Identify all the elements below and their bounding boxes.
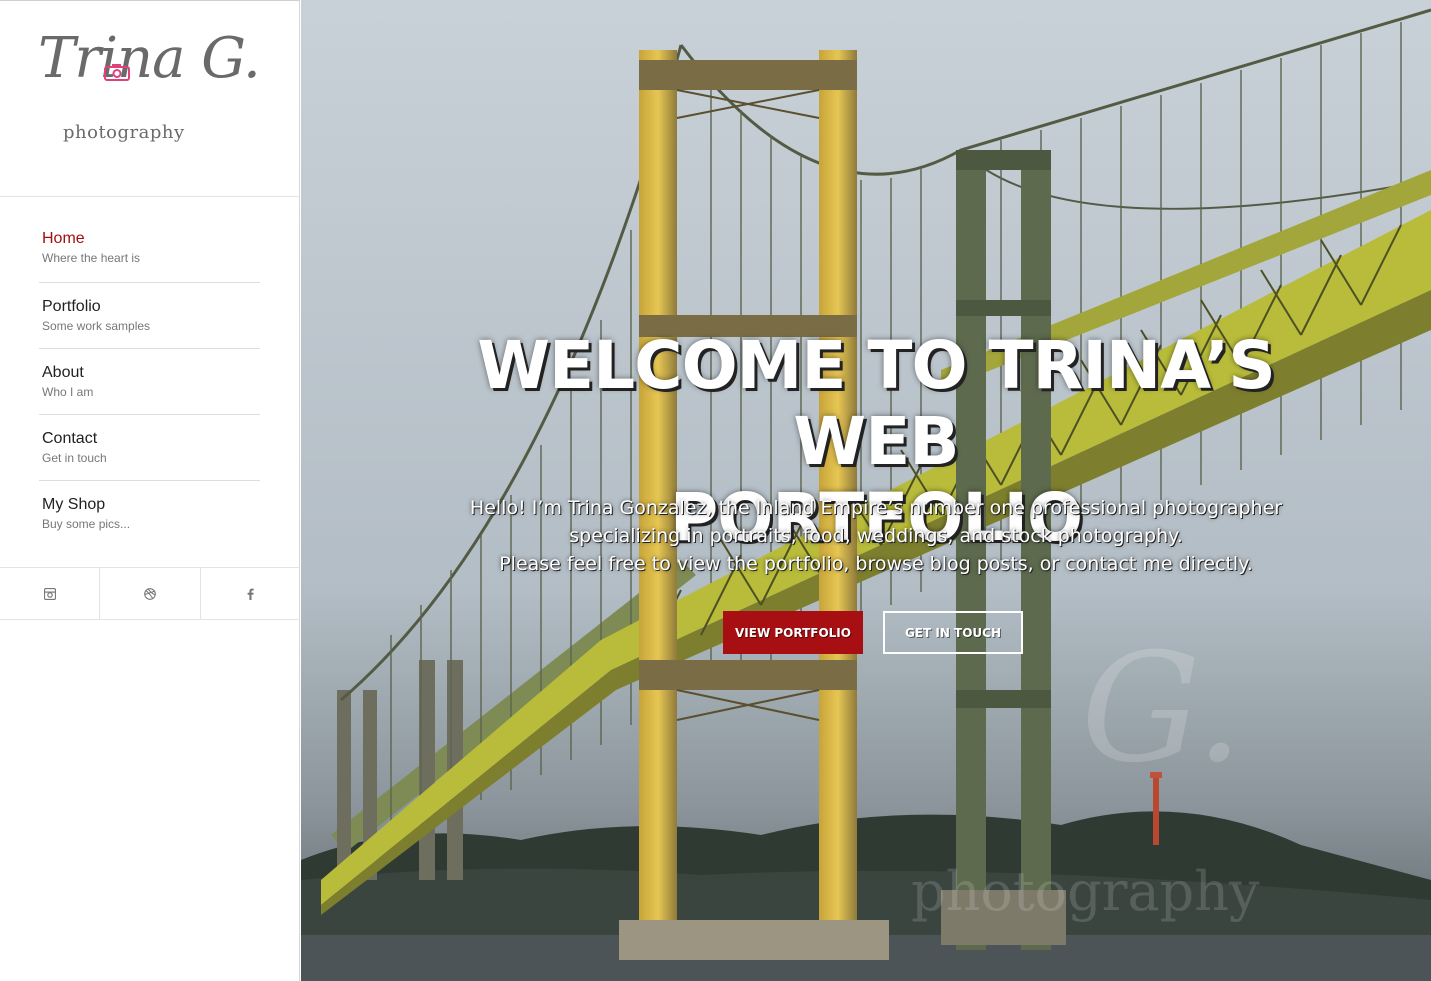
nav-item-label: Home	[42, 230, 85, 247]
sidebar: Trina G. photography Home Where the hear…	[0, 0, 300, 981]
facebook-icon	[247, 588, 254, 600]
hero-text-line: Hello! I’m Trina Gonzalez, the Inland Em…	[469, 497, 1283, 519]
nav-item-home[interactable]: Home Where the heart is	[39, 225, 260, 283]
svg-text:photography: photography	[911, 860, 1260, 923]
get-in-touch-button[interactable]: GET IN TOUCH	[883, 611, 1023, 654]
main-nav: Home Where the heart is Portfolio Some w…	[0, 197, 299, 547]
nav-item-label: Contact	[42, 430, 98, 447]
instagram-icon	[43, 587, 56, 600]
svg-text:G.: G.	[1081, 622, 1243, 796]
nav-item-subtitle: Get in touch	[42, 451, 107, 465]
instagram-link[interactable]	[0, 568, 101, 619]
logo-script-text: Trina G.	[38, 26, 261, 91]
nav-item-subtitle: Some work samples	[42, 319, 151, 333]
logo-subtitle: photography	[63, 122, 185, 143]
dribbble-icon	[144, 587, 156, 600]
hero-title-line: WELCOME TO TRINA’S WEB	[477, 327, 1276, 480]
facebook-link[interactable]	[201, 568, 300, 619]
nav-item-subtitle: Who I am	[42, 385, 94, 399]
hero-intro-text: Hello! I’m Trina Gonzalez, the Inland Em…	[401, 494, 1351, 578]
social-links	[0, 567, 300, 620]
nav-item-subtitle: Where the heart is	[42, 251, 141, 265]
nav-item-label: About	[42, 364, 84, 381]
hero-section: G. photography WELCOME TO TRINA’S WEB PO…	[301, 0, 1431, 981]
dribbble-link[interactable]	[100, 568, 201, 619]
nav-item-label: My Shop	[42, 496, 106, 513]
camera-icon	[104, 64, 130, 81]
logo[interactable]: Trina G. photography	[0, 1, 299, 197]
nav-item-label: Portfolio	[42, 298, 101, 315]
hero-text-line: specializing in portraits, food, wedding…	[569, 525, 1183, 547]
hero-text-line: Please feel free to view the portfolio, …	[499, 553, 1253, 575]
nav-item-about[interactable]: About Who I am	[39, 349, 260, 415]
view-portfolio-button[interactable]: VIEW PORTFOLIO	[723, 611, 863, 654]
nav-item-contact[interactable]: Contact Get in touch	[39, 415, 260, 481]
nav-item-portfolio[interactable]: Portfolio Some work samples	[39, 283, 260, 349]
nav-item-subtitle: Buy some pics...	[42, 517, 131, 531]
nav-item-my-shop[interactable]: My Shop Buy some pics...	[39, 481, 260, 547]
